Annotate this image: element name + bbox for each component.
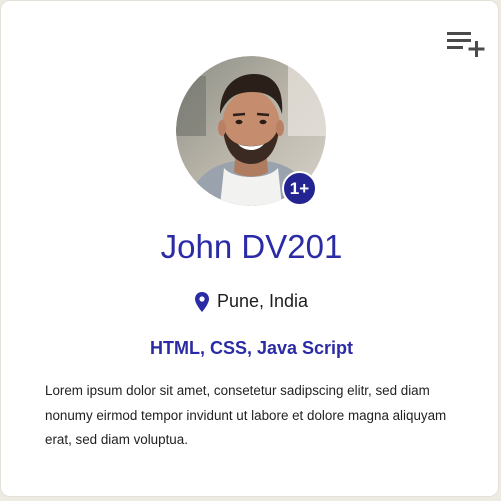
bio-text: Lorem ipsum dolor sit amet, consetetur s…: [45, 383, 447, 447]
notification-badge[interactable]: 1+: [282, 171, 317, 206]
avatar-container: 1+: [176, 56, 326, 206]
location-text: Pune, India: [216, 291, 309, 311]
skills-text: HTML, CSS, Java Script: [149, 338, 354, 358]
location-pin-icon: [194, 291, 209, 312]
profile-name: John DV201: [160, 228, 343, 265]
profile-card: 1+ John DV201 Pune, India HTML, CSS, Jav…: [0, 0, 499, 497]
playlist-add-icon[interactable]: [445, 29, 485, 57]
location-row: Pune, India: [1, 291, 501, 312]
